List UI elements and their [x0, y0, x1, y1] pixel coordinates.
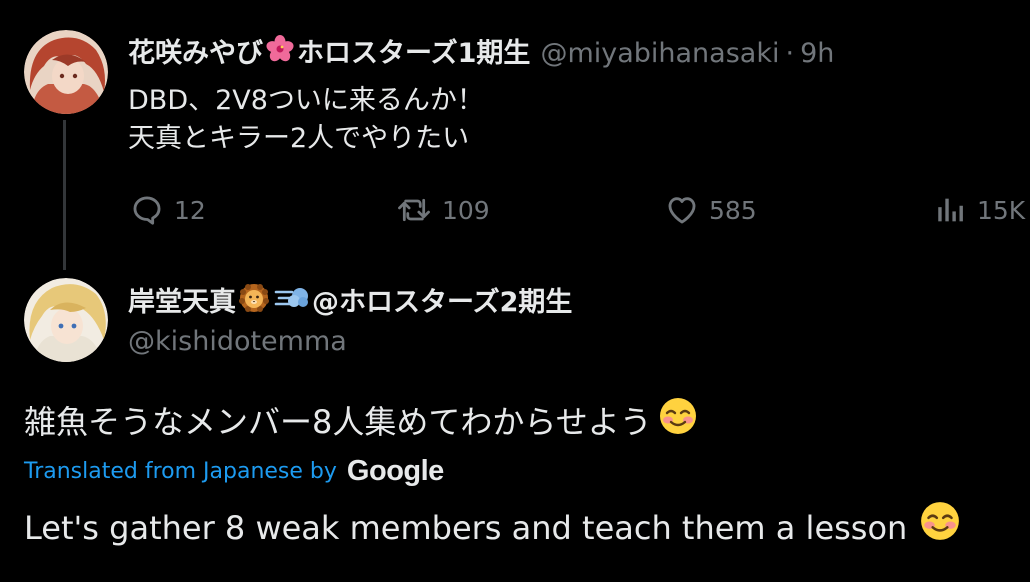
translated-from-link[interactable]: Translated from Japanese by [24, 459, 337, 484]
dash-icon [274, 283, 310, 323]
avatar-temma[interactable] [24, 278, 108, 362]
tweet1-display-name[interactable]: 花咲みやび [128, 36, 263, 72]
tweet2-text: 雑魚そうなメンバー8人集めてわからせよう [24, 396, 700, 447]
tweet2-translation: Let's gather 8 weak members and teach th… [24, 500, 963, 555]
tweet2-translation-text: Let's gather 8 weak members and teach th… [24, 508, 908, 547]
tweet1-action-bar: 12 109 585 15K [0, 190, 1030, 230]
heart-icon [668, 197, 696, 224]
reply-button[interactable]: 12 [130, 190, 206, 230]
tweet2-display-name-suffix[interactable]: @ホロスターズ2期生 [312, 285, 572, 321]
avatar-miyabi-image [24, 30, 108, 114]
reply-count: 12 [174, 195, 206, 225]
like-button[interactable]: 585 [665, 190, 757, 230]
views-button[interactable]: 15K [935, 190, 1025, 230]
reply-icon [133, 196, 161, 225]
retweet-button[interactable]: 109 [396, 190, 490, 230]
tweet1-handle[interactable]: @miyabihanasaki [540, 36, 779, 72]
retweet-count: 109 [442, 195, 490, 225]
tweet1-time[interactable]: 9h [800, 36, 834, 72]
tweet1-text-line: DBD、2V8ついに来るんか！ [128, 85, 484, 116]
tweet1-separator: · [785, 38, 795, 69]
tweet1-text-line: 天真とキラー2人でやりたい [128, 123, 470, 154]
views-icon [938, 198, 963, 222]
smiling-face-icon [658, 396, 698, 447]
tweet2-handle[interactable]: @kishidotemma [128, 325, 347, 359]
hibiscus-icon [265, 34, 295, 74]
smiling-face-icon [919, 500, 961, 555]
google-logo-text: Google [346, 454, 444, 487]
lion-icon [238, 282, 270, 324]
tweet1-header: 花咲みやび ホロスターズ1期生 @miyabihanasaki · 9h [128, 34, 834, 74]
tweet2-header: 岸堂天真 @ホロスターズ2期生 [128, 282, 572, 324]
tweet2-display-name[interactable]: 岸堂天真 [128, 285, 236, 321]
like-count: 585 [709, 195, 757, 225]
tweet1-display-name-suffix[interactable]: ホロスターズ1期生 [297, 36, 530, 72]
translation-attribution: Translated from Japanese by Google [24, 454, 444, 488]
retweet-icon [398, 198, 430, 222]
tweet2-text-content: 雑魚そうなメンバー8人集めてわからせよう [24, 402, 652, 441]
tweet1-text: DBD、2V8ついに来るんか！ 天真とキラー2人でやりたい [128, 82, 484, 158]
avatar-temma-image [24, 278, 108, 362]
avatar-miyabi[interactable] [24, 30, 108, 114]
views-count: 15K [977, 195, 1026, 225]
